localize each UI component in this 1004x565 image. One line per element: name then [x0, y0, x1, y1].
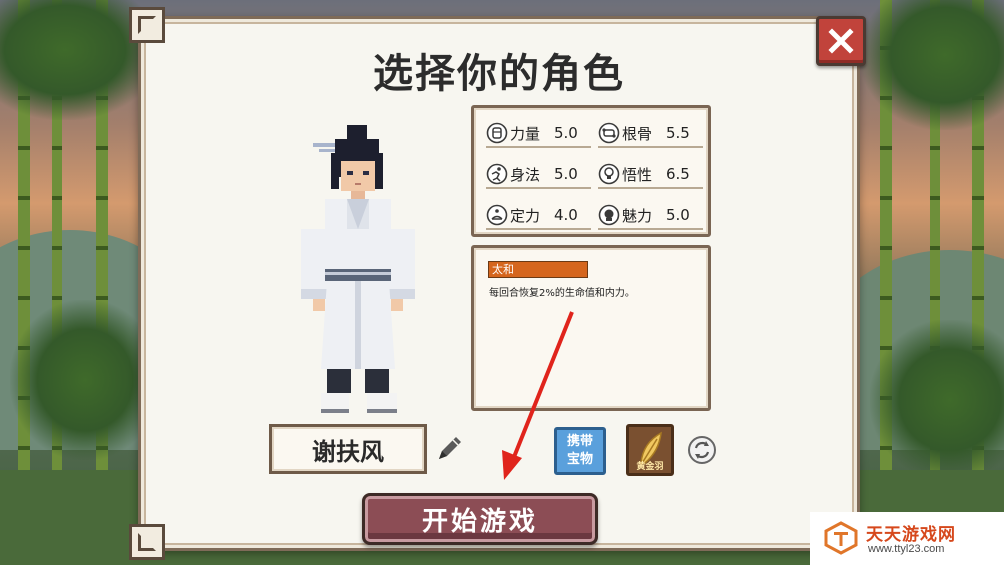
pencil-icon[interactable]: [431, 431, 467, 467]
site-watermark: 天天游戏网 www.ttyl23.com: [810, 512, 1004, 565]
dialog-title: 选择你的角色: [373, 51, 625, 97]
character-name: 谢扶风: [269, 424, 427, 474]
stat-charisma: 魅力 5.0: [598, 202, 703, 230]
stat-value: 6.5: [666, 165, 690, 183]
stat-label: 根骨: [622, 124, 653, 143]
refresh-icon[interactable]: [687, 435, 717, 465]
running-figure-icon: [486, 163, 508, 185]
stat-label: 身法: [510, 165, 541, 184]
carry-treasure-button[interactable]: 携带宝物: [554, 427, 606, 475]
attribute-panel: 力量 5.0 根骨 5.5 身法 5.0 悟性 6.5 定力 4.0 魅力 5.…: [471, 105, 711, 237]
stat-value: 5.0: [666, 206, 690, 224]
character-select-dialog: 选择你的角色 力量 5.0 根骨 5.5 身法 5.0 悟性 6.5 定力 4.…: [129, 7, 869, 560]
stat-constitution: 根骨 5.5: [598, 120, 703, 148]
corner-ornament: [129, 7, 165, 43]
close-button[interactable]: [816, 16, 866, 66]
character-sprite: [301, 125, 415, 413]
stat-value: 5.0: [554, 165, 578, 183]
corner-ornament: [129, 524, 165, 560]
lightbulb-icon: [598, 163, 620, 185]
bamboo-leaves: [870, 320, 1004, 480]
stat-willpower: 定力 4.0: [486, 202, 591, 230]
watermark-logo-icon: [824, 521, 858, 555]
stat-value: 5.0: [554, 124, 578, 142]
talent-name-tag: 太和: [488, 261, 588, 278]
bamboo-leaves: [860, 0, 1004, 130]
start-game-button[interactable]: 开始游戏: [362, 493, 598, 545]
golden-feather-label: 黄金羽: [636, 462, 664, 472]
meditation-icon: [486, 204, 508, 226]
stat-value: 4.0: [554, 206, 578, 224]
stat-label: 魅力: [622, 206, 653, 225]
stat-agility: 身法 5.0: [486, 161, 591, 189]
close-icon: [828, 28, 854, 54]
stat-label: 定力: [510, 206, 541, 225]
fist-icon: [486, 122, 508, 144]
watermark-url: www.ttyl23.com: [868, 543, 945, 555]
golden-feather-item[interactable]: 黄金羽: [626, 424, 674, 476]
bone-icon: [598, 122, 620, 144]
talent-panel: 太和 每回合恢复2%的生命值和内力。: [471, 245, 711, 411]
stat-label: 悟性: [622, 165, 653, 184]
stat-comprehension: 悟性 6.5: [598, 161, 703, 189]
stat-strength: 力量 5.0: [486, 120, 591, 148]
stat-value: 5.5: [666, 124, 690, 142]
carry-treasure-label: 携带宝物: [566, 434, 593, 467]
talent-description: 每回合恢复2%的生命值和内力。: [489, 288, 635, 299]
charm-face-icon: [598, 204, 620, 226]
watermark-name: 天天游戏网: [866, 525, 956, 545]
stat-label: 力量: [510, 124, 541, 143]
